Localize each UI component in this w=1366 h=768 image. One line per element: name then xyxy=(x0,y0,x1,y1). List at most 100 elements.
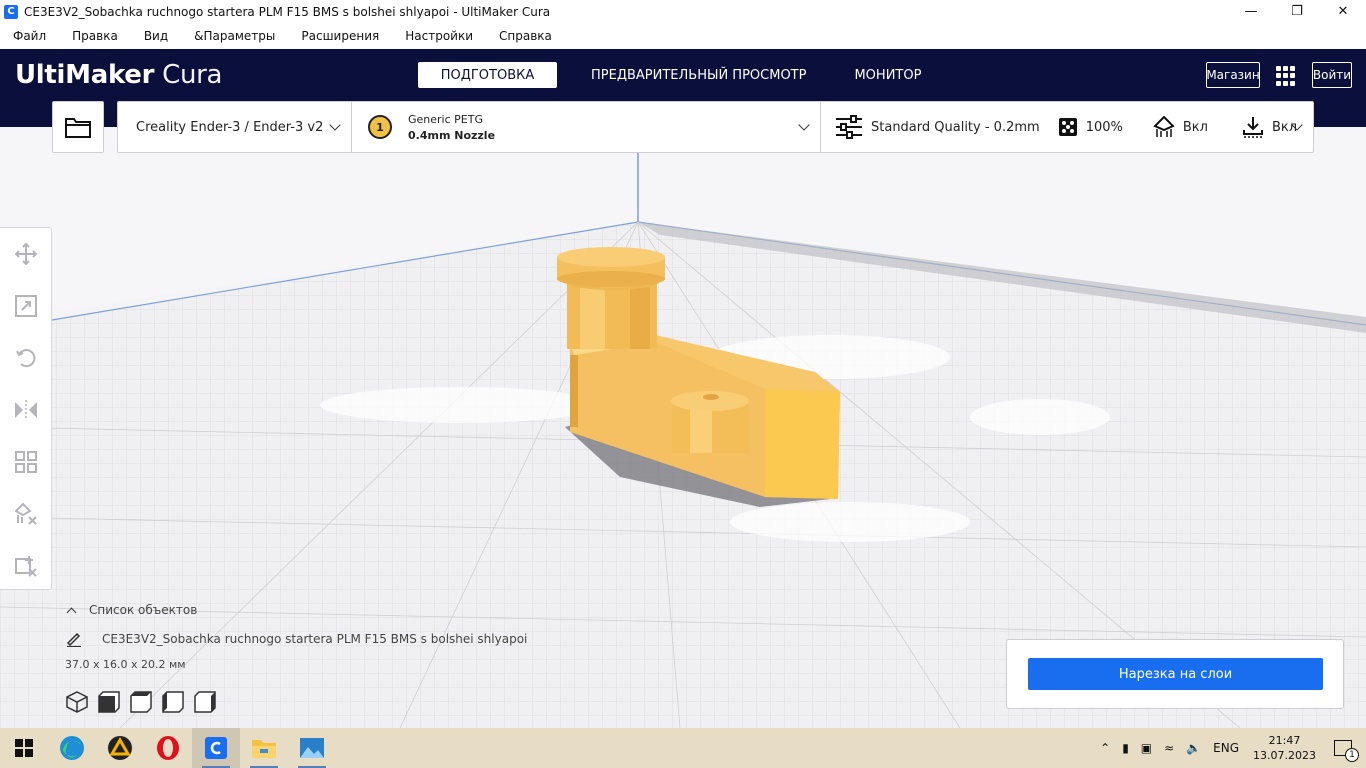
nozzle-size: 0.4mm Nozzle xyxy=(408,128,496,142)
volume-icon[interactable]: 🔈 xyxy=(1180,741,1207,755)
view-front-button[interactable] xyxy=(98,690,130,714)
slice-button[interactable]: Нарезка на слои xyxy=(1028,658,1323,690)
chevron-up-icon xyxy=(66,607,77,617)
printer-selector[interactable]: Creality Ender-3 / Ender-3 v2 xyxy=(118,102,352,152)
language-indicator[interactable]: ENG xyxy=(1207,741,1245,755)
menu-extensions[interactable]: Расширения xyxy=(288,29,392,43)
photos-icon xyxy=(300,738,324,758)
move-tool[interactable] xyxy=(0,228,52,280)
mesh-tools-tool[interactable] xyxy=(0,540,52,592)
material-selector[interactable]: 1 Generic PETG 0.4mm Nozzle xyxy=(352,102,821,152)
notification-icon: 1 xyxy=(1334,740,1359,762)
extruder-badge: 1 xyxy=(368,115,392,139)
menu-file[interactable]: Файл xyxy=(0,29,59,43)
logo-bold-text: UltiMaker xyxy=(15,60,155,90)
print-setup-strip: Creality Ender-3 / Ender-3 v2 1 Generic … xyxy=(117,101,1314,153)
support-blocker-tool[interactable] xyxy=(0,488,52,540)
chevron-down-icon xyxy=(798,119,810,131)
object-name: CE3E3V2_Sobachka ruchnogo startera PLM F… xyxy=(102,632,528,646)
view-left-button[interactable] xyxy=(162,690,194,714)
support-value: Вкл xyxy=(1182,119,1208,135)
pencil-icon[interactable] xyxy=(66,631,82,647)
marketplace-button[interactable]: Магазин xyxy=(1206,62,1260,88)
menu-bar: Файл Правка Вид &Параметры Расширения На… xyxy=(0,23,1366,49)
view-top-button[interactable] xyxy=(130,690,162,714)
menu-help[interactable]: Справка xyxy=(486,29,565,43)
object-list: Список объектов CE3E3V2_Sobachka ruchnog… xyxy=(62,603,527,671)
move-icon xyxy=(15,243,37,265)
wifi-icon[interactable]: ≈ xyxy=(1158,741,1180,755)
cura-app-icon: C xyxy=(4,4,18,19)
settings-sliders-icon xyxy=(835,115,863,139)
menu-edit[interactable]: Правка xyxy=(59,29,131,43)
infill-icon xyxy=(1058,117,1078,137)
adhesion-icon xyxy=(1242,116,1264,138)
sign-in-button[interactable]: Войти xyxy=(1312,62,1352,88)
close-button[interactable]: ✕ xyxy=(1320,0,1366,23)
minimize-button[interactable]: — xyxy=(1228,0,1274,23)
tab-monitor[interactable]: МОНИТОР xyxy=(840,62,935,88)
material-name: Generic PETG xyxy=(408,112,483,126)
cube-3d-icon xyxy=(66,691,88,713)
battery-icon[interactable]: ▮ xyxy=(1116,741,1135,755)
start-button[interactable] xyxy=(0,728,48,768)
cube-left-icon xyxy=(162,691,184,713)
cube-right-icon xyxy=(194,691,216,713)
scale-tool[interactable] xyxy=(0,280,52,332)
chevron-down-icon xyxy=(329,119,341,131)
photos-taskbar-button[interactable] xyxy=(288,728,336,768)
apps-grid-icon[interactable] xyxy=(1276,66,1296,86)
view-3d-button[interactable] xyxy=(66,690,98,714)
mirror-icon xyxy=(15,400,37,420)
stage-tabs: ПОДГОТОВКА ПРЕДВАРИТЕЛЬНЫЙ ПРОСМОТР МОНИ… xyxy=(418,62,941,88)
aimp-taskbar-button[interactable] xyxy=(96,728,144,768)
infill-value: 100% xyxy=(1085,119,1123,135)
notification-count: 1 xyxy=(1345,748,1359,762)
clock-time: 21:47 xyxy=(1268,734,1301,747)
menu-parameters[interactable]: &Параметры xyxy=(181,29,288,43)
cura-icon xyxy=(205,737,227,759)
opera-taskbar-button[interactable] xyxy=(144,728,192,768)
object-dimensions: 37.0 x 16.0 x 20.2 мм xyxy=(65,658,186,671)
window-title: CE3E3V2_Sobachka ruchnogo startera PLM F… xyxy=(24,4,551,19)
tool-panel xyxy=(0,227,52,590)
cube-top-icon xyxy=(130,691,152,713)
rotate-tool[interactable] xyxy=(0,332,52,384)
support-blocker-icon xyxy=(15,503,37,525)
clock-date: 13.07.2023 xyxy=(1253,749,1316,762)
object-list-header[interactable]: Список объектов xyxy=(62,603,527,617)
view-orientation-buttons xyxy=(66,690,226,714)
title-bar: C CE3E3V2_Sobachka ruchnogo startera PLM… xyxy=(0,0,1366,23)
tab-preview[interactable]: ПРЕДВАРИТЕЛЬНЫЙ ПРОСМОТР xyxy=(577,62,820,88)
opera-icon xyxy=(157,736,179,760)
folder-icon xyxy=(252,740,276,758)
folder-icon xyxy=(65,118,91,138)
file-explorer-taskbar-button[interactable] xyxy=(240,728,288,768)
menu-preferences[interactable]: Настройки xyxy=(392,29,486,43)
menu-view[interactable]: Вид xyxy=(131,29,181,43)
cura-taskbar-button[interactable] xyxy=(192,728,240,768)
restore-button[interactable]: ❐ xyxy=(1274,0,1320,23)
cube-front-icon xyxy=(98,691,120,713)
scale-icon xyxy=(15,295,37,317)
notification-center-button[interactable]: 1 xyxy=(1328,740,1366,762)
edge-icon xyxy=(60,736,84,760)
view-right-button[interactable] xyxy=(194,690,226,714)
edge-taskbar-button[interactable] xyxy=(48,728,96,768)
support-icon xyxy=(1153,116,1175,138)
windows-logo-icon xyxy=(15,739,33,757)
list-item[interactable]: CE3E3V2_Sobachka ruchnogo startera PLM F… xyxy=(62,631,527,647)
print-settings-selector[interactable]: Standard Quality - 0.2mm 100% Вкл Вкл xyxy=(821,102,1313,152)
open-file-button[interactable] xyxy=(52,101,104,153)
chevron-up-icon[interactable]: ⌃ xyxy=(1094,741,1116,755)
windows-taskbar: ⌃ ▮ ▣ ≈ 🔈 ENG 21:47 13.07.2023 1 xyxy=(0,728,1366,768)
logo-light-text: Cura xyxy=(162,60,223,90)
ultimaker-cura-logo: UltiMaker Cura xyxy=(15,60,222,90)
meet-now-icon[interactable]: ▣ xyxy=(1135,741,1158,755)
quality-profile: Standard Quality - 0.2mm xyxy=(871,119,1040,135)
per-model-settings-icon xyxy=(15,451,37,473)
clock[interactable]: 21:47 13.07.2023 xyxy=(1245,733,1328,763)
per-model-settings-tool[interactable] xyxy=(0,436,52,488)
mirror-tool[interactable] xyxy=(0,384,52,436)
tab-prepare[interactable]: ПОДГОТОВКА xyxy=(418,62,557,88)
